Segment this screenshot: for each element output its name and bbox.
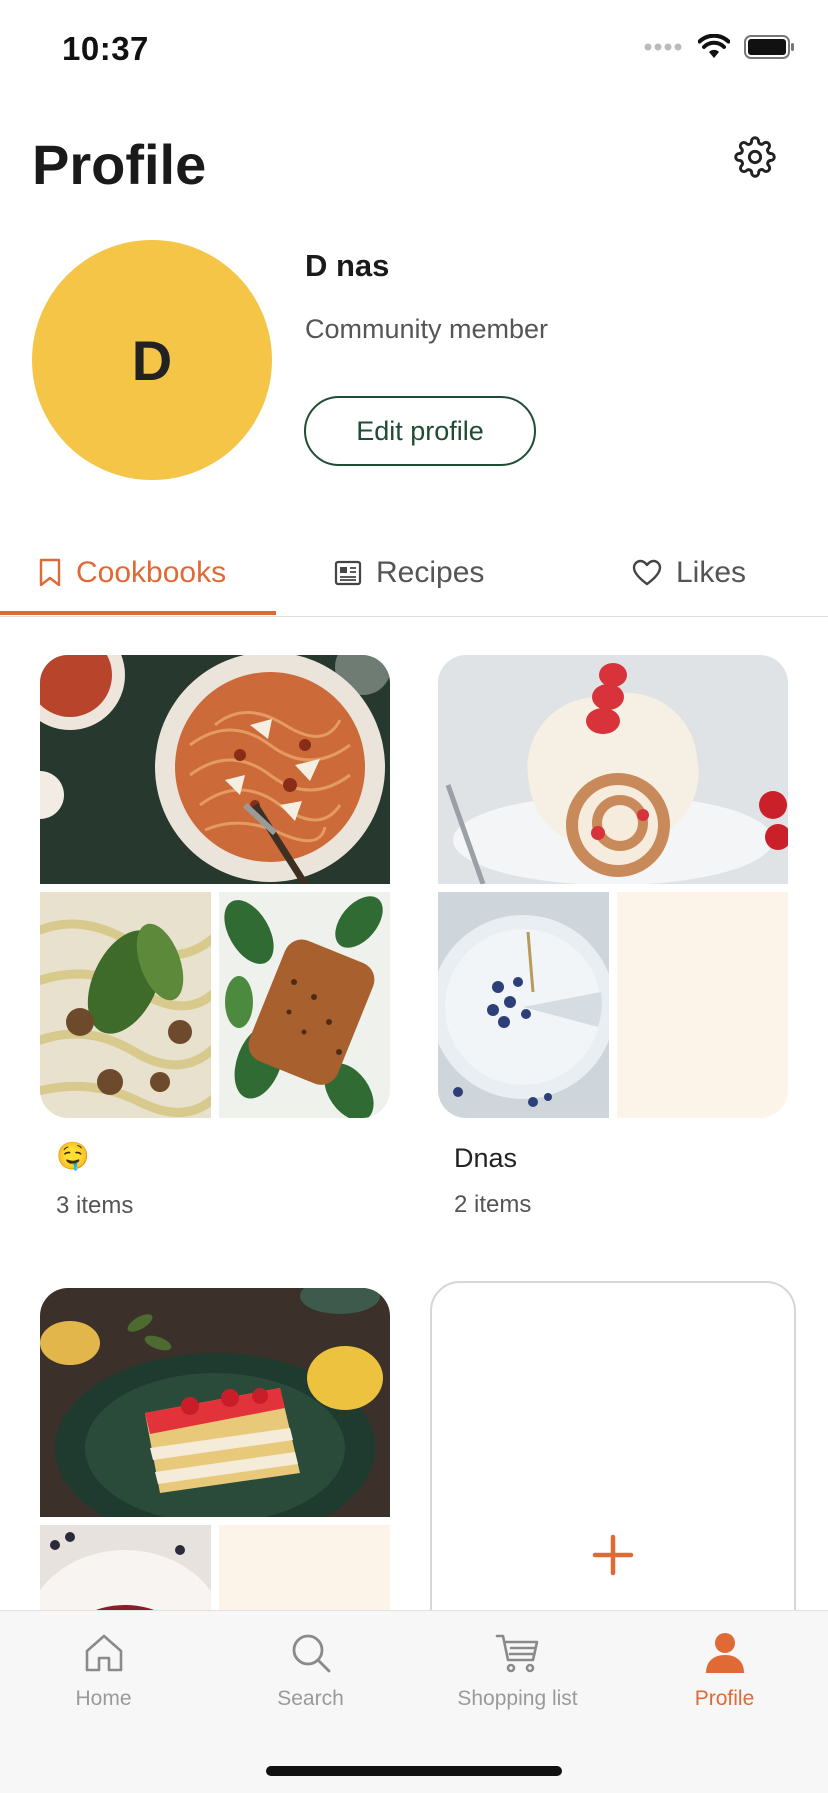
nav-search[interactable]: Search [207,1611,414,1731]
user-name: D nas [305,248,390,283]
swiss-roll-image [438,655,788,884]
bookmark-icon [39,558,61,587]
active-tab-indicator [0,611,276,615]
nav-profile[interactable]: Profile [621,1611,828,1731]
signal-icon [644,43,682,51]
home-icon [85,1634,122,1672]
tab-likes[interactable]: Likes [632,530,746,616]
nav-search-label: Search [277,1687,344,1710]
cookbook-card[interactable] [40,1288,390,1628]
user-role: Community member [305,314,549,344]
tab-recipes[interactable]: Recipes [334,530,484,616]
salmon-greens-image [219,892,390,1118]
status-time: 10:37 [62,30,149,67]
cookbook-count: 3 items [56,1192,134,1219]
cookbook-card[interactable] [40,655,390,1118]
settings-button[interactable] [730,132,780,182]
plus-icon [592,1534,634,1576]
tab-cookbooks-label: Cookbooks [76,556,227,589]
tab-likes-label: Likes [676,556,747,589]
cookbook-title: 🤤 [56,1141,90,1171]
edit-profile-button[interactable]: Edit profile [304,396,536,466]
nav-shopping-label: Shopping list [457,1687,578,1710]
tab-recipes-label: Recipes [376,556,485,589]
gear-icon [734,136,776,178]
nav-profile-label: Profile [694,1687,755,1710]
status-icons [644,34,796,60]
battery-icon [744,35,794,59]
cookbook-card[interactable] [438,655,788,1118]
blueberry-cheesecake-image [438,892,609,1118]
recipe-card-icon [334,560,362,586]
nav-shopping-list[interactable]: Shopping list [414,1611,621,1731]
search-icon [292,1634,330,1673]
strawberry-cake-image [40,1288,390,1517]
wifi-icon [698,34,730,58]
page-title: Profile [32,133,207,196]
empty-image-slot [617,892,788,1118]
home-indicator [266,1766,562,1776]
nav-home[interactable]: Home [0,1611,207,1731]
avatar[interactable]: D [32,240,272,480]
nav-home-label: Home [75,1687,132,1710]
person-icon [705,1633,744,1673]
mushroom-pasta-image [40,892,211,1118]
cart-icon [495,1634,538,1673]
cookbook-title: Dnas [454,1143,518,1173]
tab-cookbooks[interactable]: Cookbooks [38,530,226,616]
profile-tabs: Cookbooks Recipes Likes [0,530,828,617]
heart-icon [632,559,662,586]
spaghetti-image [40,655,390,884]
avatar-initial: D [131,328,173,392]
cookbook-count: 2 items [454,1191,532,1218]
